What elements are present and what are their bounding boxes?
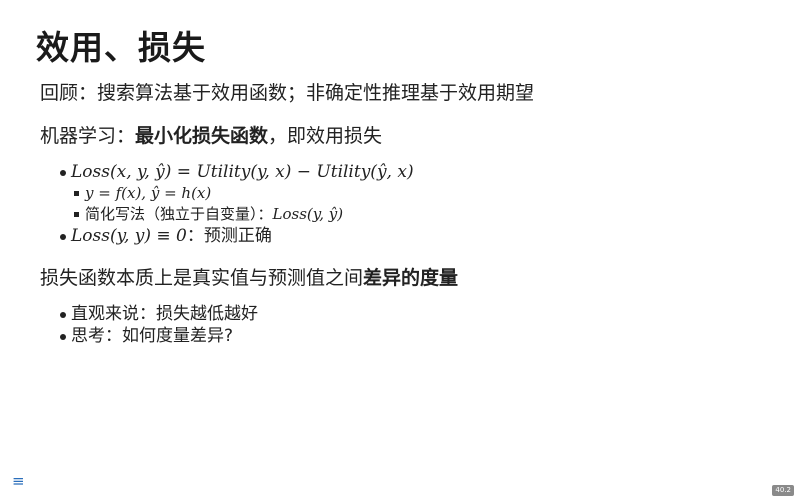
zero-loss-formula: Loss(y, y) ≡ 0 bbox=[71, 226, 187, 246]
bullet-zero-loss: Loss(y, y) ≡ 0：预测正确 bbox=[40, 225, 414, 247]
essence-bold: 差异的度量 bbox=[363, 267, 459, 289]
loss-bullet-list: Loss(x, y, ŷ) = Utility(y, x) − Utility(… bbox=[40, 161, 414, 247]
bullet-question: 思考：如何度量差异? bbox=[40, 325, 258, 347]
subbullet-function-notation: y = f(x), ŷ = h(x) bbox=[40, 183, 414, 204]
loss-definition-formula: Loss(x, y, ŷ) = Utility(y, x) − Utility(… bbox=[71, 162, 414, 182]
simplified-notation-text: 简化写法（独立于自变量）： bbox=[85, 205, 273, 223]
bullet-loss-definition: Loss(x, y, ŷ) = Utility(y, x) − Utility(… bbox=[40, 161, 414, 183]
essence-prefix: 损失函数本质上是真实值与预测值之间 bbox=[40, 267, 364, 289]
page-number-badge: 40.2 bbox=[772, 485, 794, 496]
bullet-intuition: 直观来说：损失越低越好 bbox=[40, 303, 258, 325]
difference-bullet-list: 直观来说：损失越低越好 思考：如何度量差异? bbox=[40, 303, 258, 347]
simplified-notation-formula: Loss(y, ŷ) bbox=[272, 205, 344, 223]
subbullet-simplified-notation: 简化写法（独立于自变量）：Loss(y, ŷ) bbox=[40, 204, 414, 225]
ml-bold: 最小化损失函数 bbox=[135, 125, 269, 147]
function-notation-formula: y = f(x), ŷ = h(x) bbox=[85, 184, 212, 202]
essence-paragraph: 损失函数本质上是真实值与预测值之间差异的度量 bbox=[40, 266, 458, 291]
ml-paragraph: 机器学习：最小化损失函数，即效用损失 bbox=[40, 124, 382, 149]
recall-paragraph: 回顾：搜索算法基于效用函数；非确定性推理基于效用期望 bbox=[40, 82, 535, 104]
slide-title: 效用、损失 bbox=[36, 28, 206, 67]
ml-prefix: 机器学习： bbox=[40, 125, 136, 147]
ml-suffix: ，即效用损失 bbox=[268, 125, 383, 147]
zero-loss-text: ：预测正确 bbox=[186, 226, 272, 246]
menu-icon[interactable]: ≡ bbox=[12, 474, 25, 489]
